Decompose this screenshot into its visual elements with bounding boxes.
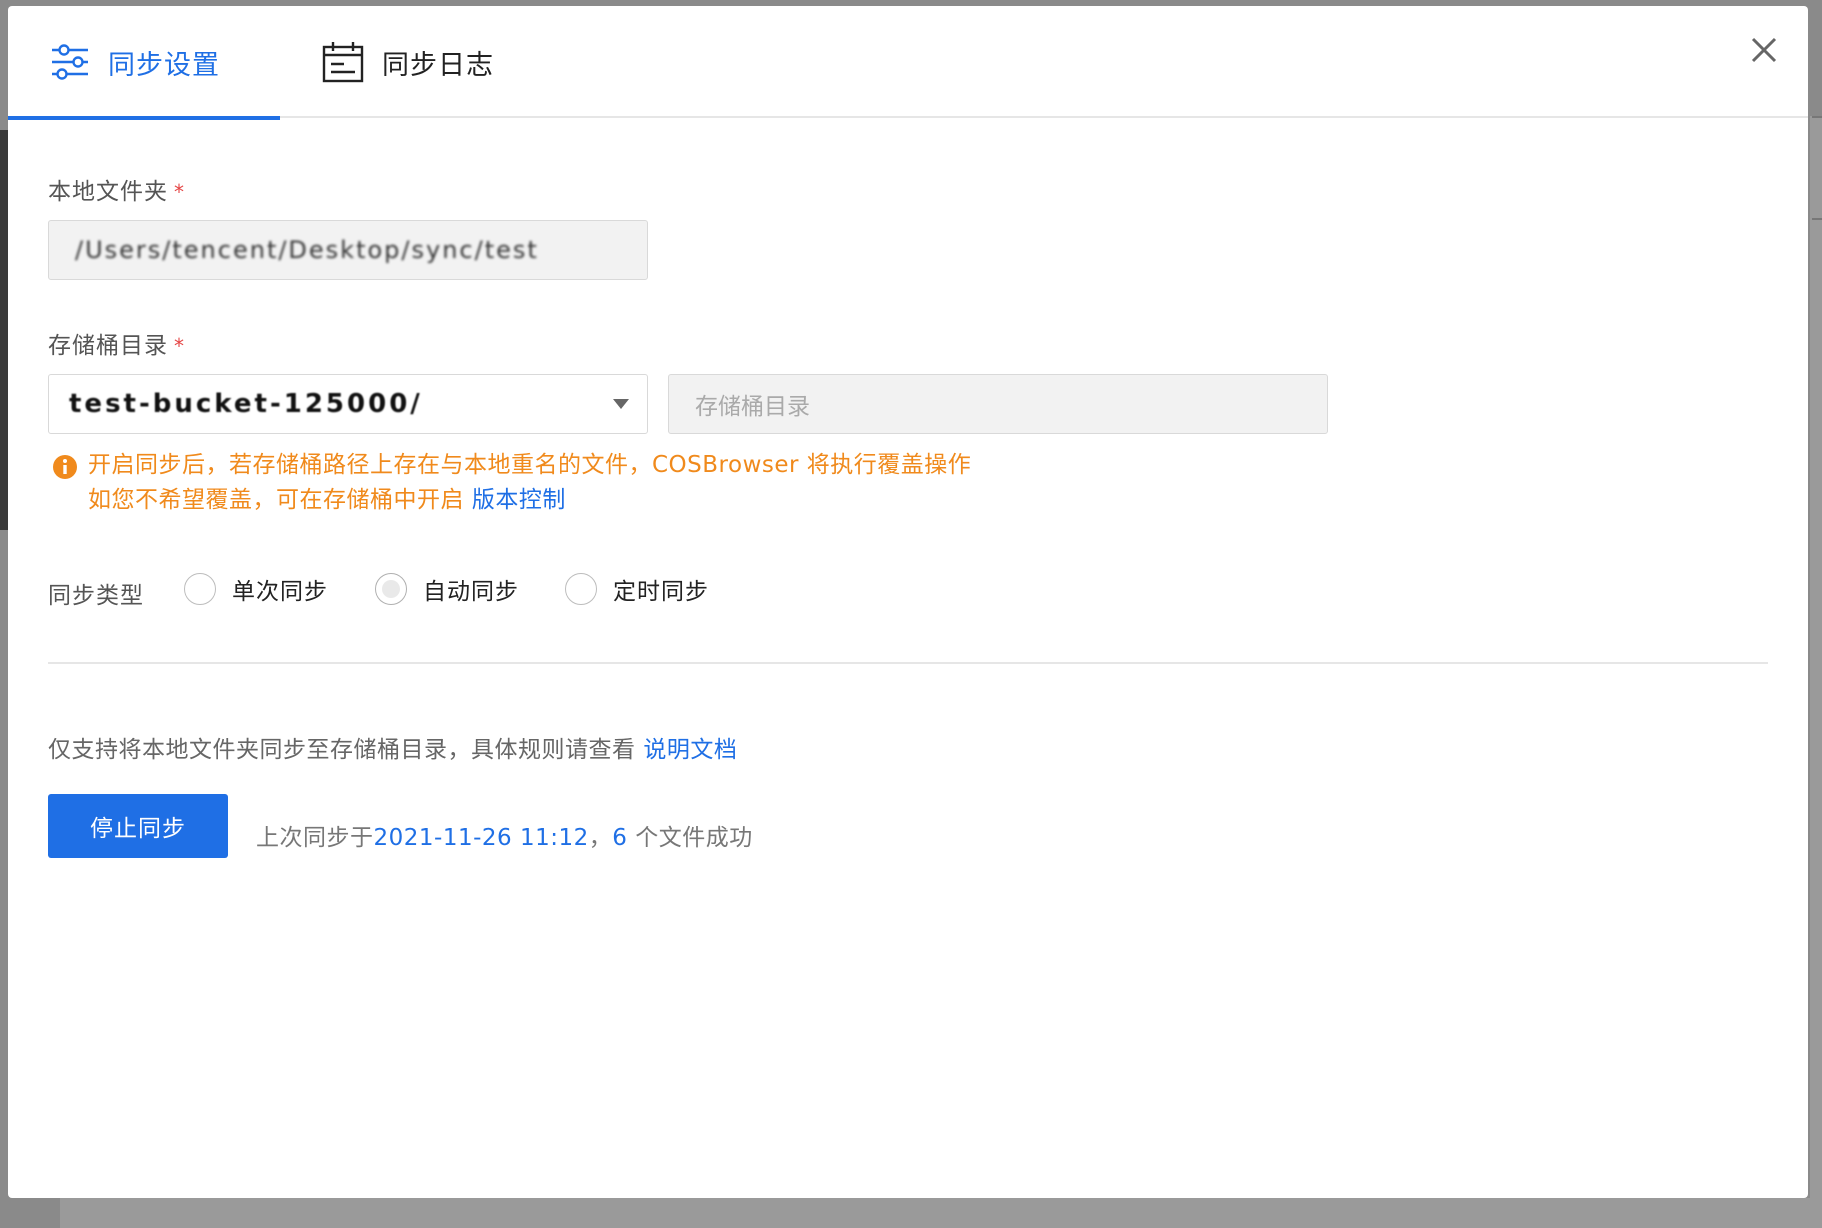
last-sync-status: 上次同步于2021-11-26 11:12，6 个文件成功 [256,818,753,852]
backdrop-line [1812,218,1822,220]
file-count: 6 [612,825,628,851]
local-folder-value: /Users/tencent/Desktop/sync/test [75,236,539,264]
separator: ， [588,825,613,851]
bucket-dir-label-text: 存储桶目录 [48,333,168,359]
backdrop-edge [60,1198,1822,1228]
last-sync-suffix: 个文件成功 [627,825,753,851]
radio-scheduled-sync[interactable]: 定时同步 [565,572,709,606]
radio-label: 自动同步 [423,579,519,605]
last-sync-time: 2021-11-26 11:12 [373,825,589,851]
local-folder-label-text: 本地文件夹 [48,179,168,205]
required-mark: * [174,180,185,204]
tab-sync-log[interactable]: 同步日志 [322,6,552,118]
calendar-icon [322,41,364,83]
radio-button[interactable] [565,573,597,605]
sliders-icon [50,44,90,80]
local-folder-input[interactable]: /Users/tencent/Desktop/sync/test [48,220,648,280]
bucket-select[interactable]: test-bucket-125000/ [48,374,648,434]
radio-auto-sync[interactable]: 自动同步 [375,572,519,606]
backdrop-line [1812,116,1822,118]
radio-dot [382,580,400,598]
warning-line-1: 开启同步后，若存储桶路径上存在与本地重名的文件，COSBrowser 将执行覆盖… [88,452,972,478]
caret-down-icon[interactable] [613,399,629,409]
sync-type-label: 同步类型 [48,583,144,609]
help-text-body: 仅支持将本地文件夹同步至存储桶目录，具体规则请查看 [48,737,644,763]
backdrop-edge [0,130,8,530]
radio-label: 定时同步 [613,579,709,605]
bucket-dir-input[interactable]: 存储桶目录 [668,374,1328,434]
tab-sync-settings[interactable]: 同步设置 [8,6,280,120]
help-text: 仅支持将本地文件夹同步至存储桶目录，具体规则请查看 说明文档 [48,730,737,764]
warning-line-2-text: 如您不希望覆盖，可在存储桶中开启 [88,487,472,513]
info-warning-icon [52,454,78,484]
last-sync-prefix: 上次同步于 [256,825,374,851]
required-mark: * [174,334,185,358]
local-folder-label: 本地文件夹 * [48,172,185,206]
close-icon [1751,37,1777,63]
sync-dialog: 同步设置 同步日志 本地文件夹 * /Users/tencent/Desktop… [8,6,1808,1198]
radio-button-selected[interactable] [375,573,407,605]
radio-label: 单次同步 [232,579,328,605]
backdrop-edge [1810,116,1822,1228]
overwrite-warning: 开启同步后，若存储桶路径上存在与本地重名的文件，COSBrowser 将执行覆盖… [88,448,971,518]
tab-bar: 同步设置 同步日志 [8,6,1808,120]
close-button[interactable] [1744,30,1784,70]
divider [48,662,1768,664]
tab-sync-settings-label: 同步设置 [108,49,220,81]
tab-sync-log-label: 同步日志 [382,49,494,81]
bucket-select-value: test-bucket-125000/ [69,389,423,419]
docs-link[interactable]: 说明文档 [643,737,737,763]
radio-button[interactable] [184,573,216,605]
warning-line-2: 如您不希望覆盖，可在存储桶中开启 版本控制 [88,483,971,518]
bucket-dir-label: 存储桶目录 * [48,326,185,360]
bucket-dir-placeholder: 存储桶目录 [695,394,810,420]
radio-single-sync[interactable]: 单次同步 [184,572,328,606]
version-control-link[interactable]: 版本控制 [472,487,566,513]
stop-sync-button[interactable]: 停止同步 [48,794,228,858]
